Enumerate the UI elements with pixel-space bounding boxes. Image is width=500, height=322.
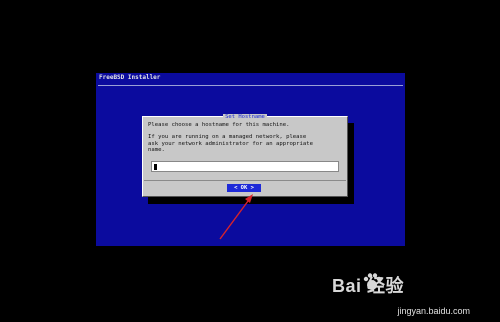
baidu-jingyan-watermark: Bai 经验 jingyan.baidu.com	[330, 272, 470, 316]
paw-icon	[363, 273, 382, 290]
watermark-url: jingyan.baidu.com	[397, 306, 470, 316]
